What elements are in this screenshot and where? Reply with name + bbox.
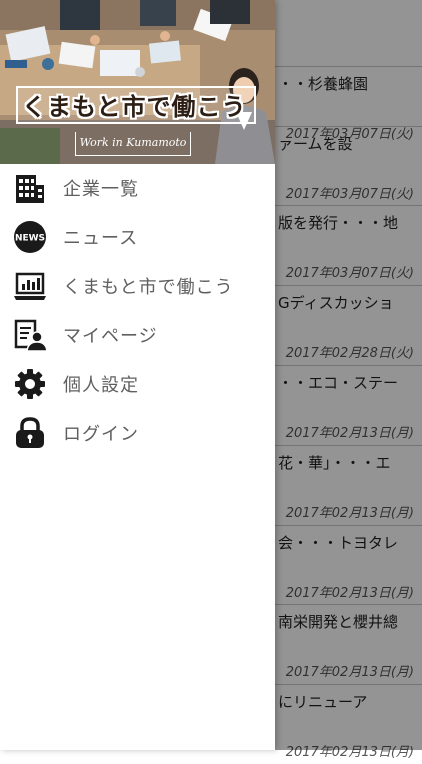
- side-drawer: くまもと市で働こう Work in Kumamoto 企業一覧 NEWS ニュー…: [0, 0, 275, 750]
- gear-icon: [15, 369, 45, 399]
- lock-icon: [16, 417, 44, 448]
- banner-title: くまもと市で働こう: [22, 93, 247, 121]
- menu-item-news[interactable]: NEWS ニュース: [0, 212, 275, 261]
- laptop-chart-icon: [14, 272, 46, 300]
- user-profile-icon: [14, 319, 47, 352]
- menu-item-my-page[interactable]: マイページ: [0, 310, 275, 359]
- menu-label: ニュース: [63, 228, 139, 249]
- menu-label: くまもと市で働こう: [63, 277, 234, 298]
- svg-text:NEWS: NEWS: [15, 234, 45, 244]
- banner-subtitle: Work in Kumamoto: [75, 132, 191, 156]
- menu-item-company-list[interactable]: 企業一覧: [0, 163, 275, 212]
- news-icon: NEWS: [14, 221, 46, 253]
- menu-item-work-in-kumamoto[interactable]: くまもと市で働こう: [0, 261, 275, 310]
- menu-label: 企業一覧: [63, 179, 139, 200]
- menu-label: マイページ: [63, 326, 158, 347]
- menu-item-login[interactable]: ログイン: [0, 408, 275, 457]
- header-banner-image: くまもと市で働こう Work in Kumamoto: [0, 0, 275, 164]
- menu-label: 個人設定: [63, 375, 139, 396]
- menu-item-personal-settings[interactable]: 個人設定: [0, 359, 275, 408]
- building-icon: [16, 175, 44, 203]
- menu-label: ログイン: [63, 424, 139, 445]
